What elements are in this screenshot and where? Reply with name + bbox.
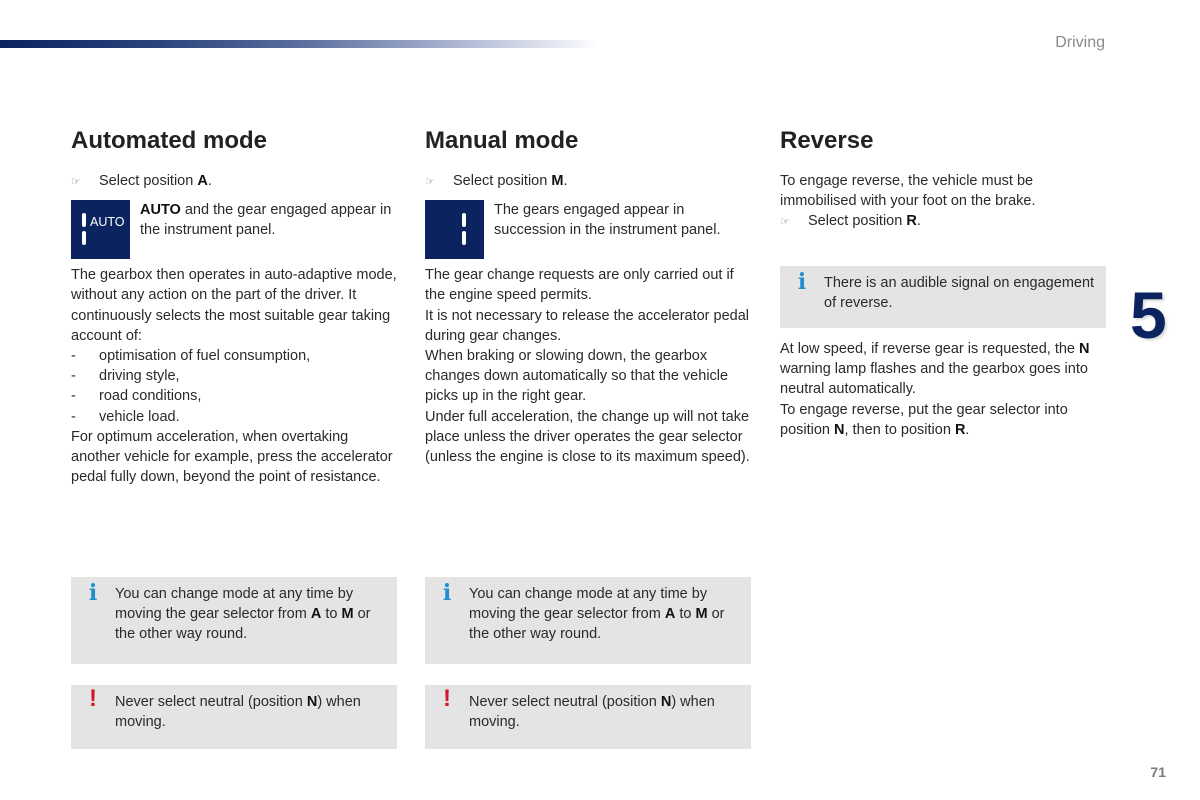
icon-description: The gears engaged appear in succession i… — [425, 200, 751, 260]
pointing-hand-icon: ☞ — [425, 176, 435, 188]
info-icon: i — [797, 269, 807, 295]
instruction-step: ☞ Select position M. — [425, 171, 751, 192]
info-note: i You can change mode at any time by mov… — [425, 577, 751, 664]
pointing-hand-icon: ☞ — [780, 216, 790, 229]
section-title: Reverse — [780, 127, 874, 154]
info-note: i You can change mode at any time by mov… — [71, 577, 397, 664]
manual-gear-display-icon — [425, 200, 484, 260]
list-item: - driving style, — [71, 368, 180, 385]
manual-mode-section: Manual mode ☞ Select position M. The gea… — [425, 126, 751, 467]
chapter-title: Driving — [1055, 34, 1105, 51]
warning-icon: ! — [89, 685, 97, 712]
info-note: i There is an audible signal on engageme… — [780, 266, 1106, 328]
instruction-step: ☞ Select position A. — [71, 171, 397, 192]
list-item: - road conditions, — [71, 388, 202, 405]
page-number: 71 — [1150, 764, 1166, 780]
reverse-section: Reverse To engage reverse, the vehicle m… — [780, 126, 1106, 233]
icon-description-text: The gears engaged appear in succession i… — [494, 202, 721, 239]
instruction-step: ☞ Select position R. — [780, 211, 1106, 232]
paragraph: To engage reverse, put the gear selector… — [780, 401, 1068, 438]
section-title: Manual mode — [425, 127, 579, 154]
reverse-details: At low speed, if reverse gear is request… — [780, 339, 1106, 440]
section-title: Automated mode — [71, 127, 268, 154]
paragraph: When braking or slowing down, the gearbo… — [425, 348, 729, 405]
paragraph: The gear change requests are only carrie… — [425, 267, 734, 304]
icon-description-text: AUTO and the gear engaged appear in the … — [140, 202, 392, 239]
paragraph: To engage reverse, the vehicle must be i… — [780, 173, 1036, 210]
auto-gear-display-icon: AUTO — [71, 200, 130, 260]
paragraph: It is not necessary to release the accel… — [425, 307, 750, 344]
paragraph: At low speed, if reverse gear is request… — [780, 341, 1090, 398]
chapter-number-tab: 5 — [1130, 278, 1167, 352]
automated-mode-section: Automated mode ☞ Select position A. AUTO… — [71, 126, 397, 487]
warning-note: ! Never select neutral (position N) when… — [71, 685, 397, 749]
header-gradient-bar — [0, 40, 600, 48]
paragraph: The gearbox then operates in auto-adapti… — [71, 267, 397, 344]
paragraph: Under full acceleration, the change up w… — [425, 408, 750, 466]
info-icon: i — [442, 580, 452, 606]
icon-description: AUTO AUTO and the gear engaged appear in… — [71, 200, 397, 260]
list-item: - vehicle load. — [71, 408, 180, 425]
info-icon: i — [88, 580, 98, 606]
warning-icon: ! — [443, 685, 451, 712]
pointing-hand-icon: ☞ — [71, 176, 81, 188]
warning-note: ! Never select neutral (position N) when… — [425, 685, 751, 749]
list-item: - optimisation of fuel consumption, — [71, 348, 311, 365]
paragraph: For optimum acceleration, when overtakin… — [71, 428, 393, 486]
